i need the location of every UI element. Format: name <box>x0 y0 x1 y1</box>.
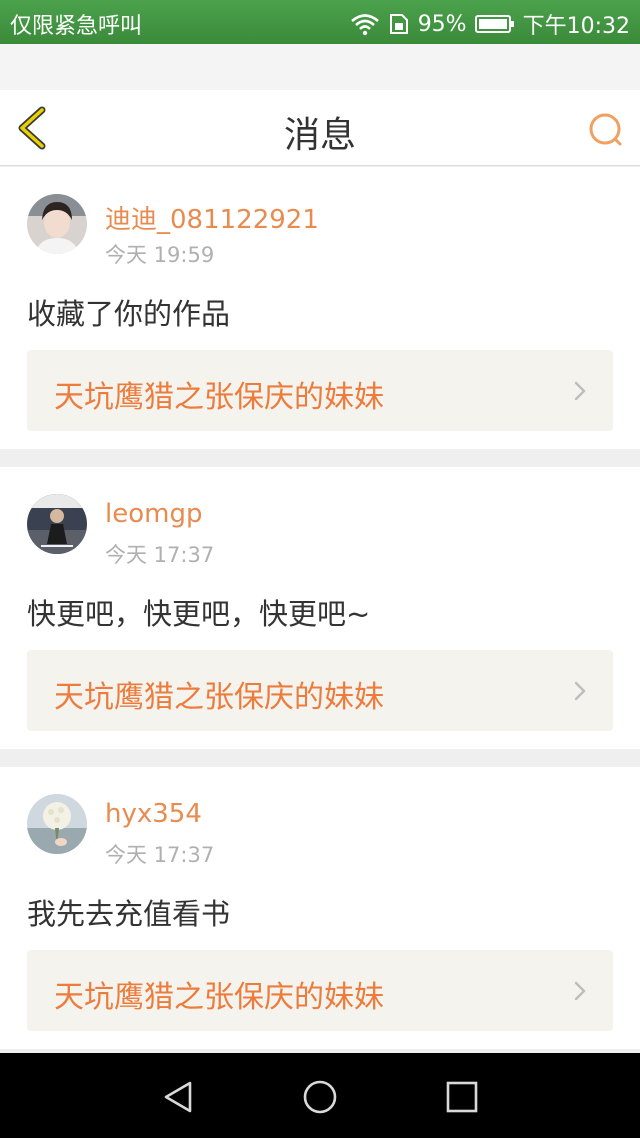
work-link[interactable]: 天坑鹰猎之张保庆的妹妹 <box>27 650 613 731</box>
chevron-right-icon <box>574 981 586 1001</box>
back-triangle-icon[interactable] <box>158 1077 198 1117</box>
work-title: 天坑鹰猎之张保庆的妹妹 <box>54 980 384 1015</box>
message-text: 快更吧，快更吧，快更吧~ <box>27 597 371 631</box>
app-header: 消息 <box>0 90 640 166</box>
avatar-image <box>27 794 87 854</box>
chevron-right-icon <box>574 381 586 401</box>
wifi-icon <box>350 14 379 36</box>
clock: 下午10:32 <box>522 14 630 39</box>
work-link[interactable]: 天坑鹰猎之张保庆的妹妹 <box>27 950 613 1031</box>
top-spacer <box>0 44 640 90</box>
carrier-text: 仅限紧急呼叫 <box>10 14 143 39</box>
username[interactable]: 迪迪_081122921 <box>105 199 319 236</box>
avatar[interactable] <box>27 494 87 554</box>
work-title: 天坑鹰猎之张保庆的妹妹 <box>54 680 384 715</box>
username[interactable]: leomgp <box>105 499 202 529</box>
work-link[interactable]: 天坑鹰猎之张保庆的妹妹 <box>27 350 613 431</box>
status-bar: 仅限紧急呼叫 95% 下午10:32 <box>0 0 640 44</box>
chevron-right-icon <box>574 681 586 701</box>
timestamp: 今天 19:59 <box>105 243 215 267</box>
message-card: hyx354 今天 17:37 我先去充值看书 天坑鹰猎之张保庆的妹妹 <box>0 767 640 1049</box>
home-circle-icon[interactable] <box>300 1077 340 1117</box>
timestamp: 今天 17:37 <box>105 543 215 567</box>
sim-card-icon <box>389 14 408 34</box>
message-card: 迪迪_081122921 今天 19:59 收藏了你的作品 天坑鹰猎之张保庆的妹… <box>0 167 640 449</box>
timestamp: 今天 17:37 <box>105 843 215 867</box>
avatar[interactable] <box>27 794 87 854</box>
avatar-image <box>27 194 87 254</box>
message-text: 我先去充值看书 <box>27 897 231 931</box>
battery-icon <box>474 15 514 33</box>
battery-percent: 95% <box>417 11 467 37</box>
recent-apps-icon[interactable] <box>442 1077 482 1117</box>
avatar-image <box>27 494 87 554</box>
avatar[interactable] <box>27 194 87 254</box>
work-title: 天坑鹰猎之张保庆的妹妹 <box>54 380 384 415</box>
message-text: 收藏了你的作品 <box>27 297 231 331</box>
system-nav-bar <box>0 1053 640 1138</box>
message-card: leomgp 今天 17:37 快更吧，快更吧，快更吧~ 天坑鹰猎之张保庆的妹妹 <box>0 467 640 749</box>
page-title: 消息 <box>283 115 356 156</box>
username[interactable]: hyx354 <box>105 799 202 829</box>
status-right-group: 95% 下午10:32 <box>350 8 630 40</box>
search-icon[interactable] <box>586 110 626 150</box>
